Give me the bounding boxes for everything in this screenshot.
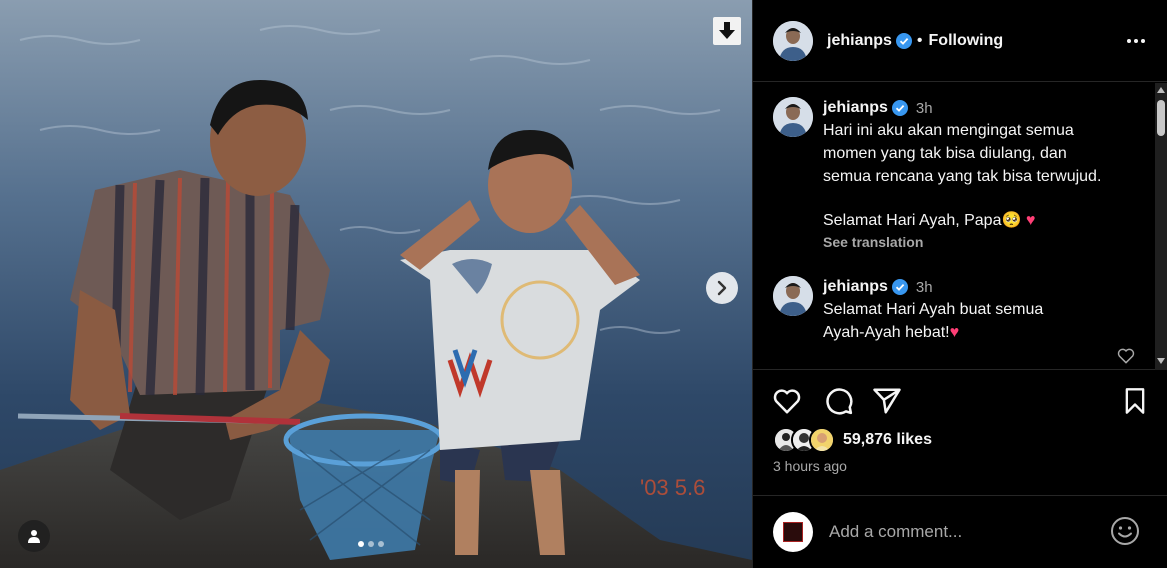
comment-text-line: semua rencana yang tak bisa terwujud.	[823, 168, 1102, 185]
save-button[interactable]	[1119, 385, 1151, 417]
post-side-panel: jehianps • Following jehianps 3h Hari in…	[752, 0, 1167, 568]
avatar[interactable]	[773, 20, 813, 61]
comment-text-line: Ayah-Ayah hebat!♥	[823, 321, 1153, 344]
carousel-indicator	[358, 541, 384, 547]
chevron-right-icon	[717, 280, 727, 296]
comment-username[interactable]: jehianps	[823, 99, 888, 117]
share-button[interactable]	[871, 385, 903, 417]
add-comment-bar	[753, 495, 1167, 568]
header-username[interactable]: jehianps	[827, 32, 892, 50]
avatar[interactable]	[773, 97, 813, 137]
post-actions	[753, 385, 1167, 421]
avatar-image	[773, 97, 813, 137]
list-item: jehianps 3h Selamat Hari Ayah buat semua…	[773, 276, 1153, 344]
speech-bubble-icon	[826, 388, 853, 415]
like-button[interactable]	[771, 385, 803, 417]
bookmark-icon	[1125, 388, 1145, 414]
comments-list: jehianps 3h Hari ini aku akan mengingat …	[753, 83, 1167, 370]
avatar-image	[773, 20, 813, 61]
photo-date-stamp: '03 5.6	[640, 475, 705, 500]
user-tag-icon	[28, 530, 40, 543]
download-button[interactable]	[713, 17, 741, 45]
post-photo: '03 5.6	[0, 0, 752, 568]
more-options-icon[interactable]	[1124, 30, 1148, 52]
comment-button[interactable]	[823, 385, 855, 417]
tagged-users-button[interactable]	[18, 520, 50, 552]
scroll-up-arrow-icon[interactable]	[1157, 87, 1165, 93]
download-arrow-icon	[719, 22, 735, 39]
comment-timestamp[interactable]: 3h	[916, 279, 933, 296]
avatar-image	[773, 276, 813, 316]
liker-avatar[interactable]	[809, 427, 835, 453]
heart-emoji-icon: ♥	[949, 324, 960, 341]
heart-outline-icon	[773, 389, 801, 414]
scrollbar-thumb[interactable]	[1157, 100, 1165, 136]
likes-summary: 59,876 likes	[773, 427, 932, 453]
comment-text: Selamat Hari Ayah, Papa🥺	[823, 212, 1026, 229]
comment-like-heart-icon[interactable]	[1116, 346, 1136, 366]
carousel-dot	[378, 541, 384, 547]
avatar[interactable]	[773, 276, 813, 316]
verified-badge-icon	[891, 100, 908, 116]
carousel-dot	[368, 541, 374, 547]
post-header: jehianps • Following	[753, 0, 1167, 82]
post-timestamp[interactable]: 3 hours ago	[773, 458, 847, 474]
header-separator: •	[916, 31, 923, 49]
comment-input[interactable]	[829, 522, 1099, 542]
comment-text-line: Hari ini aku akan mengingat semua	[823, 122, 1074, 139]
heart-emoji-icon: ♥	[1025, 212, 1036, 229]
carousel-next-button[interactable]	[706, 272, 738, 304]
comment-username[interactable]: jehianps	[823, 278, 888, 296]
post-media[interactable]: '03 5.6	[0, 0, 752, 568]
comment-text-line: momen yang tak bisa diulang, dan	[823, 145, 1067, 162]
scroll-down-arrow-icon[interactable]	[1157, 358, 1165, 364]
avatar	[773, 512, 813, 552]
paper-plane-icon	[873, 388, 901, 414]
see-translation-link[interactable]: See translation	[823, 234, 1153, 250]
comment-text: Ayah-Ayah hebat!	[823, 324, 950, 341]
comment-text-line: Selamat Hari Ayah, Papa🥺 ♥	[823, 209, 1153, 232]
list-item: jehianps 3h Hari ini aku akan mengingat …	[773, 97, 1153, 250]
verified-badge-icon	[895, 32, 912, 49]
carousel-dot	[358, 541, 364, 547]
comment-text-line: Selamat Hari Ayah buat semua	[823, 301, 1044, 318]
comment-timestamp[interactable]: 3h	[916, 100, 933, 117]
verified-badge-icon	[891, 279, 908, 295]
likes-count[interactable]: 59,876 likes	[843, 431, 932, 449]
smiley-icon[interactable]	[1110, 516, 1140, 546]
following-button[interactable]: Following	[929, 32, 1004, 50]
